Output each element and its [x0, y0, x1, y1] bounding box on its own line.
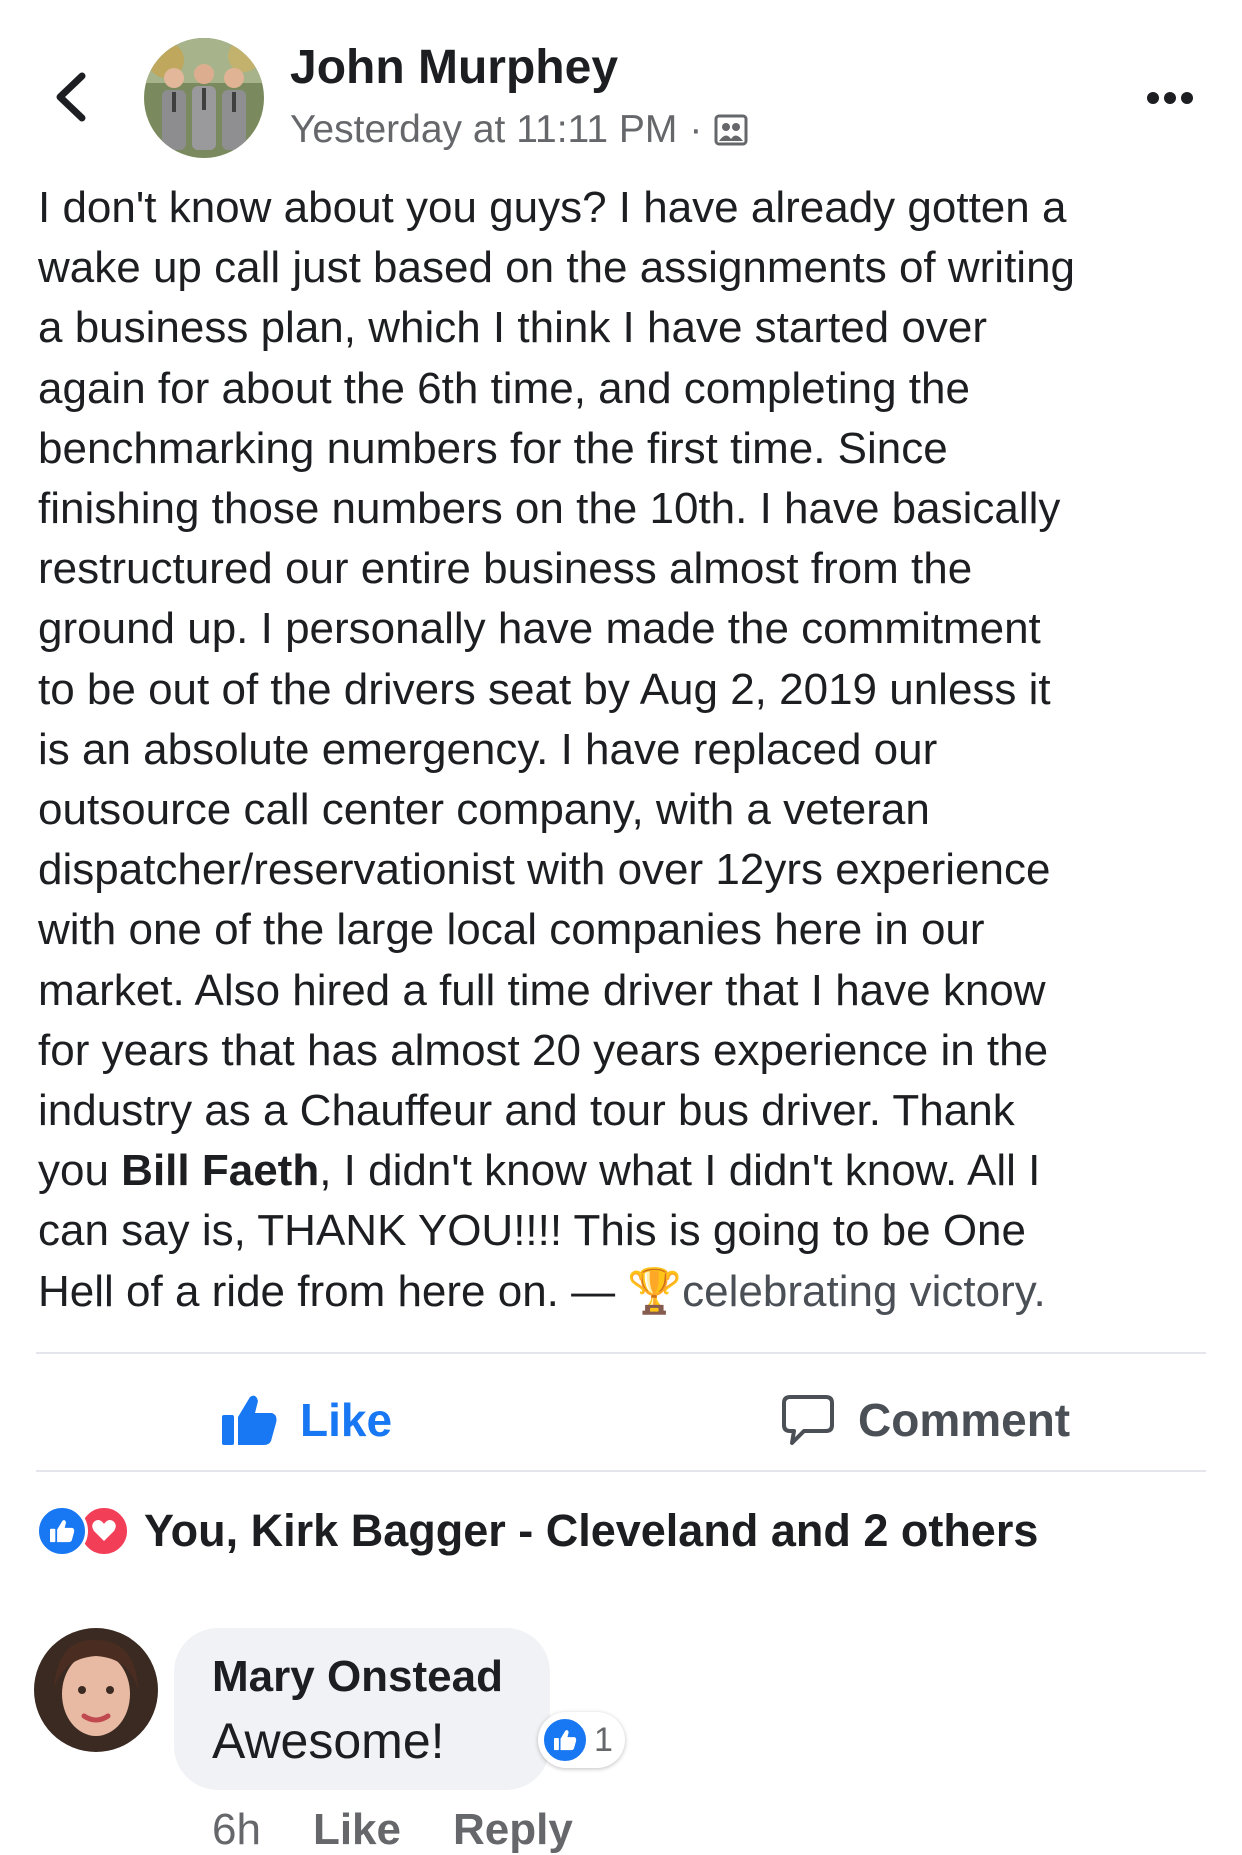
comment-label: Comment	[858, 1394, 1071, 1446]
thumbs-up-icon	[222, 1395, 277, 1445]
author-name[interactable]: John Murphey	[290, 40, 618, 95]
more-options-button[interactable]	[1140, 78, 1200, 118]
post-line: Hell of a ride from here on. — 🏆celebrat…	[38, 1262, 1218, 1322]
post-line: is an absolute emergency. I have replace…	[38, 724, 938, 774]
mention-link[interactable]: Bill Faeth	[121, 1146, 319, 1195]
author-avatar[interactable]	[144, 38, 264, 158]
comment-actions: 6h Like Reply	[212, 1805, 573, 1855]
like-button[interactable]: Like	[220, 1385, 392, 1455]
reactions-text: You, Kirk Bagger - Cleveland and 2 other…	[144, 1505, 1039, 1556]
post-line: for years that has almost 20 years exper…	[38, 1025, 1049, 1075]
comment-text: Awesome!	[212, 1713, 445, 1769]
post-line: industry as a Chauffeur and tour bus dri…	[38, 1086, 1015, 1136]
meta-separator: ·	[689, 108, 703, 151]
comment-like-button[interactable]: Like	[313, 1805, 401, 1855]
chevron-left-icon	[56, 72, 86, 122]
post-line: benchmarking numbers for the first time.…	[38, 423, 948, 473]
text-segment: you	[38, 1146, 122, 1196]
more-dots-icon	[1147, 92, 1193, 104]
trophy-icon: 🏆	[627, 1266, 683, 1316]
activity-label[interactable]: celebrating victory.	[682, 1267, 1046, 1316]
comment-reaction-badge[interactable]: 1	[538, 1712, 625, 1768]
comment-time: 6h	[212, 1805, 261, 1854]
like-reaction-icon	[36, 1505, 88, 1557]
post-text: I don't know about you guys? I have alre…	[38, 178, 1218, 1322]
text-segment: , I didn't know what I didn't know. All …	[319, 1146, 1041, 1196]
post-line: market. Also hired a full time driver th…	[38, 965, 1046, 1015]
post-line: a business plan, which I think I have st…	[38, 303, 987, 353]
post-line: with one of the large local companies he…	[38, 905, 985, 955]
divider	[36, 1352, 1206, 1354]
post-line: wake up call just based on the assignmen…	[38, 243, 1076, 293]
post-line: finishing those numbers on the 10th. I h…	[38, 484, 1061, 534]
speech-bubble-icon	[782, 1395, 834, 1445]
post-line: outsource call center company, with a ve…	[38, 785, 930, 835]
post-line: dispatcher/reservationist with over 12yr…	[38, 845, 1051, 895]
post-line: you Bill Faeth, I didn't know what I did…	[38, 1141, 1218, 1201]
commenter-avatar[interactable]	[34, 1628, 158, 1752]
post-timestamp[interactable]: Yesterday at 11:11 PM	[290, 108, 677, 152]
post-line: again for about the 6th time, and comple…	[38, 363, 970, 413]
divider	[36, 1470, 1206, 1472]
text-segment: Hell of a ride from here on. —	[38, 1266, 628, 1316]
post-line: ground up. I personally have made the co…	[38, 604, 1041, 654]
post-line: to be out of the drivers seat by Aug 2, …	[38, 664, 1051, 714]
post-line: restructured our entire business almost …	[38, 544, 973, 594]
comment-reaction-count: 1	[594, 1720, 613, 1759]
like-label: Like	[300, 1394, 393, 1446]
friends-icon[interactable]	[714, 113, 748, 147]
commenter-name[interactable]: Mary Onstead	[212, 1652, 503, 1702]
thumbs-up-icon	[542, 1717, 588, 1763]
post-line: can say is, THANK YOU!!!! This is going …	[38, 1206, 1027, 1256]
post-line: I don't know about you guys? I have alre…	[38, 183, 1067, 232]
comment-button[interactable]: Comment	[780, 1385, 1070, 1455]
back-button[interactable]	[40, 62, 100, 132]
comment-reply-button[interactable]: Reply	[453, 1805, 573, 1855]
reactions-summary[interactable]: You, Kirk Bagger - Cleveland and 2 other…	[36, 1505, 1038, 1557]
post-meta: Yesterday at 11:11 PM ·	[290, 108, 748, 152]
